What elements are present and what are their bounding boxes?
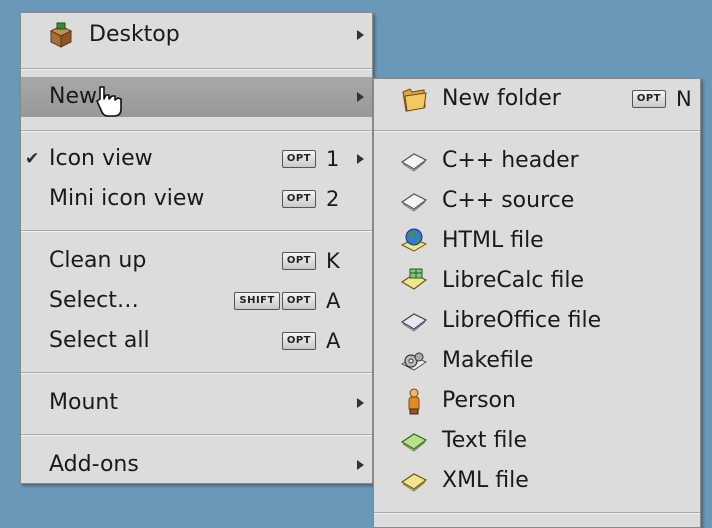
html-file-icon (400, 228, 428, 252)
menu-item-icon-view[interactable]: ✔ Icon view OPT 1 (21, 139, 372, 179)
menu-item-cpp-source[interactable]: C++ source (374, 181, 700, 221)
menu-item-label: Mini icon view (49, 186, 205, 211)
separator (21, 434, 372, 436)
menu-item-select-all[interactable]: Select all OPT A (21, 321, 372, 361)
menu-item-makefile[interactable]: Makefile (374, 341, 700, 381)
menu-item-label: C++ header (442, 148, 579, 173)
menu-item-label: New (49, 84, 97, 109)
xml-file-icon (400, 473, 428, 492)
shortcut: OPT K (281, 249, 342, 273)
person-icon (408, 388, 420, 415)
new-submenu: New folder OPT N C++ header C++ source H… (373, 78, 701, 528)
separator (21, 130, 372, 132)
shortcut-char: A (326, 289, 341, 313)
separator (21, 230, 372, 232)
makefile-icon (400, 352, 428, 371)
shortcut-char: K (326, 249, 340, 273)
submenu-arrow-icon (357, 398, 364, 408)
menu-item-label: Text file (442, 428, 527, 453)
menu-item-desktop[interactable]: Desktop (21, 15, 372, 55)
menu-item-label: Makefile (442, 348, 534, 373)
opt-key-badge: OPT (631, 90, 666, 108)
menu-item-cpp-header[interactable]: C++ header (374, 141, 700, 181)
opt-key-badge: OPT (281, 190, 316, 208)
shortcut-char: N (676, 87, 692, 111)
opt-key-badge: OPT (281, 150, 316, 168)
submenu-arrow-icon (357, 460, 364, 470)
menu-item-label: LibreOffice file (442, 308, 602, 333)
menu-item-label: C++ source (442, 188, 575, 213)
cpp-header-file-icon (400, 153, 428, 172)
shortcut-char: A (326, 329, 341, 353)
context-menu: Desktop New ✔ Icon view OPT 1 Mini icon … (20, 12, 373, 484)
menu-item-label: Select all (49, 328, 150, 353)
menu-item-label: XML file (442, 468, 529, 493)
libreoffice-file-icon (400, 313, 428, 332)
opt-key-badge: OPT (281, 292, 316, 310)
menu-item-new-folder[interactable]: New folder OPT N (374, 79, 700, 119)
menu-item-librecalc-file[interactable]: LibreCalc file (374, 261, 700, 301)
menu-item-mini-icon-view[interactable]: Mini icon view OPT 2 (21, 179, 372, 219)
shortcut-char: 1 (326, 147, 340, 171)
separator (374, 512, 700, 514)
submenu-arrow-icon (357, 30, 364, 40)
opt-key-badge: OPT (281, 332, 316, 350)
menu-item-label: Icon view (49, 146, 153, 171)
shortcut: OPT A (281, 329, 342, 353)
hand-pointer-cursor-icon (96, 86, 122, 117)
menu-item-libreoffice-file[interactable]: LibreOffice file (374, 301, 700, 341)
menu-item-label: Add-ons (49, 452, 139, 477)
shortcut: OPT 2 (281, 187, 342, 211)
menu-item-text-file[interactable]: Text file (374, 421, 700, 461)
shortcut: OPT 1 (281, 147, 342, 171)
shortcut-char: 2 (326, 187, 340, 211)
menu-item-person[interactable]: Person (374, 381, 700, 421)
submenu-arrow-icon (357, 154, 364, 164)
menu-item-label: New folder (442, 86, 561, 111)
menu-item-html-file[interactable]: HTML file (374, 221, 700, 261)
separator (21, 68, 372, 70)
cpp-source-file-icon (400, 193, 428, 212)
menu-item-label: LibreCalc file (442, 268, 584, 293)
menu-item-new[interactable]: New (21, 77, 372, 117)
shortcut: SHIFT OPT A (234, 289, 342, 313)
separator (21, 372, 372, 374)
separator (374, 130, 700, 132)
menu-item-add-ons[interactable]: Add-ons (21, 445, 372, 485)
menu-item-label: Desktop (89, 22, 180, 47)
opt-key-badge: OPT (281, 252, 316, 270)
submenu-arrow-icon (357, 92, 364, 102)
menu-item-clean-up[interactable]: Clean up OPT K (21, 241, 372, 281)
menu-item-label: HTML file (442, 228, 544, 253)
text-file-icon (400, 433, 428, 452)
desktop-box-icon (49, 22, 73, 48)
menu-item-label: Clean up (49, 248, 147, 273)
menu-item-xml-file[interactable]: XML file (374, 461, 700, 501)
menu-item-mount[interactable]: Mount (21, 383, 372, 423)
folder-icon (402, 88, 427, 112)
menu-item-label: Person (442, 388, 516, 413)
librecalc-file-icon (400, 268, 428, 290)
menu-item-label: Select… (49, 288, 139, 313)
menu-item-select[interactable]: Select… SHIFT OPT A (21, 281, 372, 321)
shortcut: OPT N (631, 87, 692, 111)
checkmark-icon: ✔ (25, 149, 40, 169)
menu-item-label: Mount (49, 390, 118, 415)
shift-key-badge: SHIFT (234, 292, 280, 310)
